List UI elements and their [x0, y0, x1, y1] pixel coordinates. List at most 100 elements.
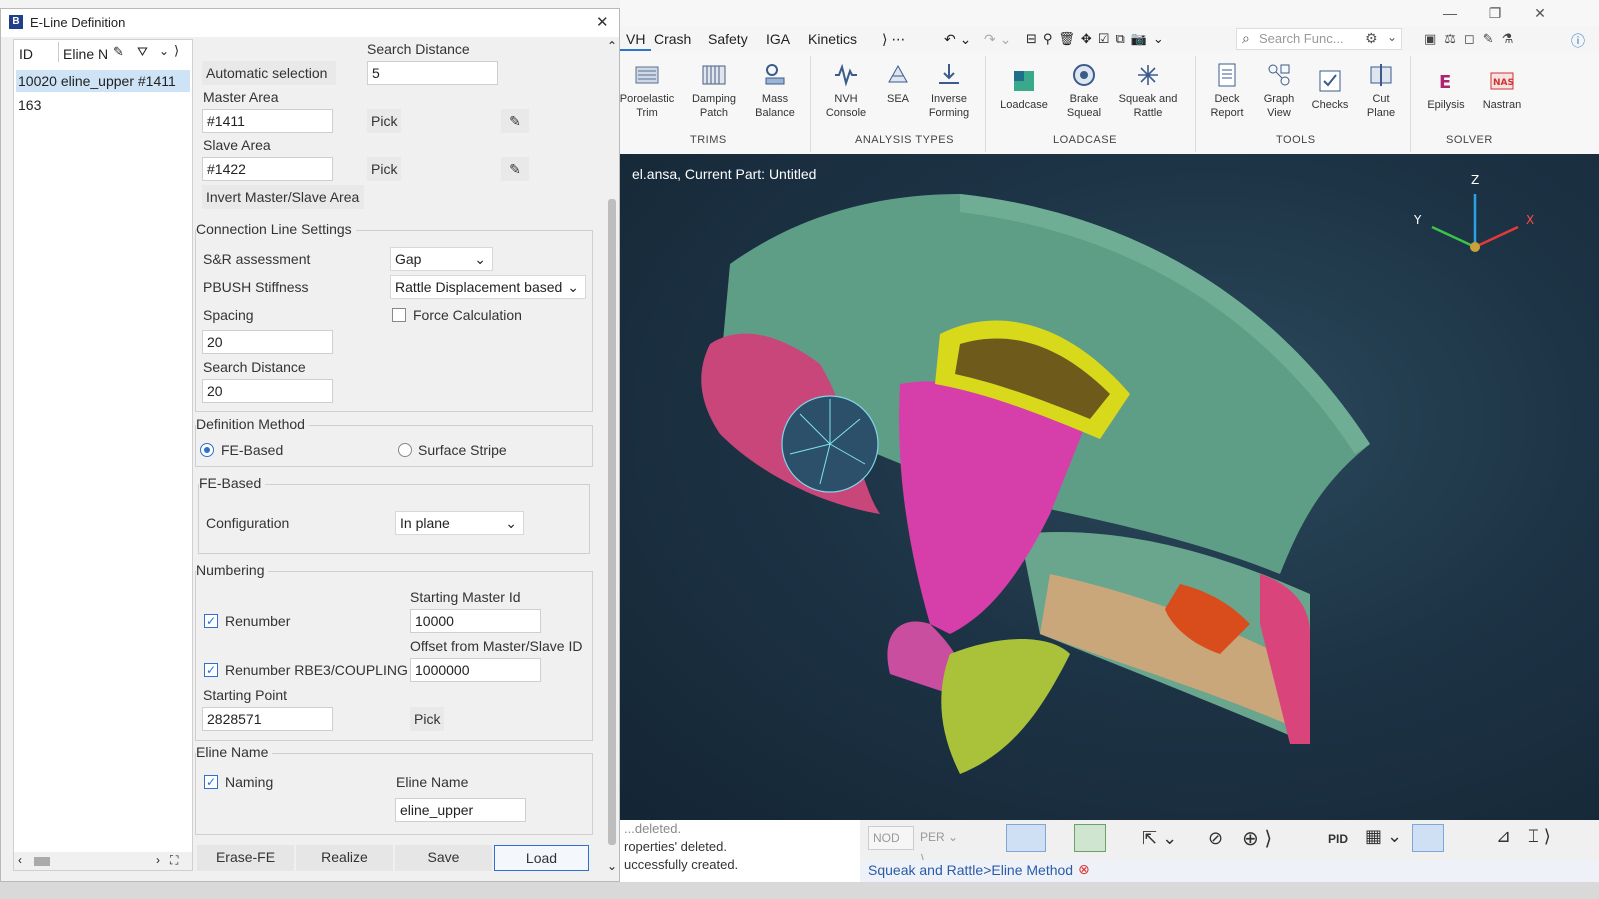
line-tool-icon[interactable]: ⊘	[1208, 828, 1223, 849]
mass-balance-button[interactable]: Mass Balance	[744, 62, 806, 120]
entity-select-icon[interactable]	[1074, 824, 1106, 852]
pointer-icon[interactable]: ⇱ ⌄	[1142, 828, 1177, 849]
renumber-rbe3-checkbox[interactable]: ✓	[204, 663, 218, 677]
surface-stripe-radio[interactable]	[398, 443, 412, 457]
restore-button[interactable]: ❐	[1475, 2, 1515, 24]
eline-name-input[interactable]: eline_upper	[395, 798, 526, 822]
epilysis-icon: E	[1439, 72, 1451, 93]
brake-squeal-button[interactable]: Brake Squeal	[1053, 62, 1115, 120]
slave-area-input[interactable]: #1422	[202, 157, 333, 181]
slave-pick-button[interactable]: Pick	[367, 157, 401, 181]
master-area-input[interactable]: #1411	[202, 109, 333, 133]
per-selector[interactable]: PER ⌄ ⟩	[920, 826, 964, 866]
offset-input[interactable]: 1000000	[410, 658, 541, 682]
tab-safety[interactable]: Safety	[702, 29, 754, 49]
scroll-up-icon[interactable]: ⌃	[607, 39, 617, 53]
redo-icon[interactable]: ↷ ⌄	[978, 29, 1017, 50]
spacing-input[interactable]: 20	[202, 330, 333, 354]
scroll-down-icon[interactable]: ⌄	[607, 859, 617, 873]
tab-crash[interactable]: Crash	[648, 29, 697, 49]
master-pick-button[interactable]: Pick	[367, 109, 401, 133]
fe-based-label: FE-Based	[221, 442, 284, 458]
close-status-icon[interactable]: ⊗	[1078, 861, 1090, 878]
save-button[interactable]: Save	[395, 845, 492, 871]
chevron-right-icon[interactable]: ⟩	[174, 43, 179, 59]
erase-fe-button[interactable]: Erase-FE	[197, 845, 294, 871]
viewport-title: el.ansa, Current Part: Untitled	[632, 166, 817, 182]
starting-point-input[interactable]: 2828571	[202, 707, 333, 731]
inverse-forming-button[interactable]: Inverse Forming	[918, 62, 980, 120]
vertical-scrollbar[interactable]: ⌃ ⌄	[605, 39, 619, 877]
configuration-select[interactable]: In plane ⌄	[395, 511, 524, 535]
tab-iga[interactable]: IGA	[760, 29, 796, 49]
search-box[interactable]: ⌕ Search Func... ⚙ ⌄	[1236, 28, 1402, 50]
toolbar-right-icons[interactable]: ▣⚖◻✎⚗	[1418, 29, 1527, 49]
bottom-toolbar: NOD ⌄ PER ⌄ ⟩ ⇱ ⌄ ⊘ ⊕ ⟩ PID ▦ ⌄ ⊿ ⌶ ⟩	[860, 820, 1599, 867]
close-icon[interactable]: ✕	[596, 13, 609, 31]
3d-viewport[interactable]: Z X Y	[620, 154, 1599, 820]
grid-view-icon[interactable]	[1006, 824, 1046, 852]
column-header-id[interactable]: ID	[19, 46, 33, 62]
automatic-selection-button[interactable]: Automatic selection	[202, 61, 336, 85]
scroll-thumb[interactable]	[608, 199, 616, 845]
tab-kinetics[interactable]: Kinetics	[802, 29, 863, 49]
svg-text:NAS: NAS	[1493, 78, 1514, 88]
mesh-icon[interactable]: ▦ ⌄	[1365, 826, 1402, 847]
chevron-down-icon[interactable]: ⌄	[159, 44, 169, 58]
horizontal-scrollbar[interactable]: ‹ › ⛶	[14, 852, 192, 870]
squeak-rattle-button[interactable]: Squeak and Rattle	[1117, 62, 1179, 120]
tab-more-icon[interactable]: ⟩ ⋯	[876, 29, 911, 50]
starting-point-pick-button[interactable]: Pick	[410, 707, 444, 731]
master-eyedropper-icon[interactable]: ✎	[501, 109, 529, 133]
graph-view-icon	[1268, 64, 1290, 86]
starting-master-id-input[interactable]: 10000	[410, 609, 541, 633]
nod-selector[interactable]: NOD ⌄	[868, 826, 914, 867]
cube-view-icon[interactable]	[1412, 824, 1444, 852]
realize-button[interactable]: Realize	[296, 845, 393, 871]
search-distance-input[interactable]: 5	[367, 61, 498, 85]
list-item[interactable]: 163	[16, 94, 190, 116]
sr-assessment-select[interactable]: Gap ⌄	[390, 247, 493, 271]
ribbon: Poroelastic Trim Damping Patch Mass Bala…	[620, 52, 1599, 155]
fe-based-radio[interactable]	[200, 443, 214, 457]
filter-icon[interactable]: ⛛	[137, 44, 148, 60]
plane-icon[interactable]: ⊿	[1496, 826, 1511, 847]
list-item[interactable]: 10020 eline_upper #1411	[16, 70, 190, 92]
search-distance-input-2[interactable]: 20	[202, 379, 333, 403]
epilysis-button[interactable]: E Epilysis	[1415, 68, 1477, 112]
starting-point-label: Starting Point	[203, 687, 288, 703]
edit-icon[interactable]: ✎	[113, 44, 124, 60]
close-app-button[interactable]: ✕	[1520, 2, 1560, 24]
add-icon[interactable]: ⊕ ⟩	[1242, 826, 1272, 851]
eline-definition-dialog: B E-Line Definition ✕ ID Eline N ✎ ⛛ ⌄ ⟩…	[0, 8, 620, 882]
tab-nvh[interactable]: VH	[620, 29, 652, 51]
pid-button[interactable]: PID	[1328, 832, 1348, 846]
gear-icon[interactable]: ⚙	[1365, 30, 1378, 47]
quick-tools-icons[interactable]: ⊟⚲🗑✥☑⧉📷⌄	[1020, 29, 1176, 49]
damping-patch-button[interactable]: Damping Patch	[683, 62, 745, 120]
force-calculation-checkbox[interactable]: ✓	[392, 308, 406, 322]
eline-name-group	[195, 753, 593, 835]
load-button[interactable]: Load	[494, 845, 589, 871]
invert-master-slave-button[interactable]: Invert Master/Slave Area	[202, 185, 364, 209]
fe-based-title: FE-Based	[199, 475, 266, 491]
measure-icon[interactable]: ⌶ ⟩	[1528, 826, 1551, 847]
column-header-name[interactable]: Eline N	[63, 46, 108, 62]
help-icon[interactable]: ⓘ	[1565, 29, 1591, 53]
expand-icon[interactable]: ⛶	[170, 853, 178, 868]
chevron-down-icon[interactable]: ⌄	[1387, 30, 1397, 44]
minimize-button[interactable]: —	[1430, 2, 1470, 24]
nastran-button[interactable]: NAS Nastran	[1471, 68, 1533, 112]
search-placeholder: Search Func...	[1259, 31, 1344, 46]
pbush-stiffness-select[interactable]: Rattle Displacement based ⌄	[390, 275, 586, 299]
naming-checkbox[interactable]: ✓	[204, 775, 218, 789]
renumber-checkbox[interactable]: ✓	[204, 614, 218, 628]
scroll-left-icon[interactable]: ‹	[18, 853, 22, 867]
undo-icon[interactable]: ↶ ⌄	[938, 29, 977, 50]
cut-plane-button[interactable]: Cut Plane	[1350, 62, 1412, 120]
loadcase-button[interactable]: Loadcase	[993, 68, 1055, 112]
scroll-thumb[interactable]	[34, 857, 50, 866]
scroll-right-icon[interactable]: ›	[156, 853, 160, 867]
poroelastic-trim-button[interactable]: Poroelastic Trim	[616, 62, 678, 120]
slave-eyedropper-icon[interactable]: ✎	[501, 157, 529, 181]
